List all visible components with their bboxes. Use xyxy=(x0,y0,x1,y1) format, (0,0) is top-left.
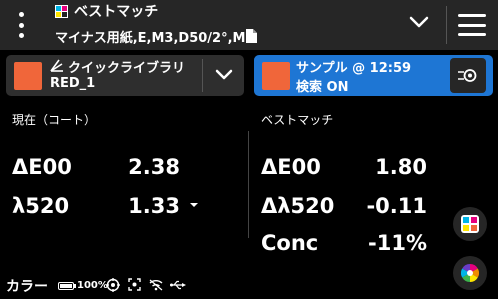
library-color-swatch xyxy=(14,62,42,90)
current-value-de00: 2.38 xyxy=(128,155,180,179)
library-selector[interactable]: クイックライブラリ RED_1 xyxy=(6,55,244,96)
color-tool-button[interactable] xyxy=(453,207,487,241)
measure-icon xyxy=(458,69,477,82)
scan-icon xyxy=(128,278,141,291)
best-label-conc: Conc xyxy=(261,231,319,255)
header-divider xyxy=(446,6,447,44)
library-name: クイックライブラリ xyxy=(68,61,186,76)
sample-name: サンプル @ 12:59 xyxy=(296,61,412,76)
sample-color-swatch xyxy=(262,62,290,90)
kebab-menu-icon[interactable] xyxy=(18,12,24,38)
best-value-de00: 1.80 xyxy=(375,155,427,179)
search-status: 検索 ON xyxy=(296,80,349,95)
best-value-conc: -11% xyxy=(368,231,427,255)
battery-icon xyxy=(58,282,74,290)
color-wheel-icon xyxy=(461,264,479,282)
value-dropdown-icon[interactable] xyxy=(190,203,198,207)
content-divider xyxy=(248,131,249,238)
current-label-l520: λ520 xyxy=(12,194,70,218)
battery-tip xyxy=(74,284,76,288)
best-match-heading: ベストマッチ xyxy=(261,113,334,127)
current-label-de00: ΔE00 xyxy=(12,155,72,179)
app-header: ベストマッチ マイナス用紙,E,M3,D50/2°,M0 xyxy=(0,0,498,50)
color-grid-icon xyxy=(461,215,479,233)
color-wheel-button[interactable] xyxy=(453,256,487,290)
library-chevron-down-icon[interactable] xyxy=(214,68,234,82)
chevron-down-icon[interactable] xyxy=(408,14,430,30)
mode-label: カラー xyxy=(6,279,48,295)
document-icon[interactable] xyxy=(246,29,257,43)
app-color-icon xyxy=(55,5,68,18)
measure-button[interactable] xyxy=(450,58,486,93)
library-color-name: RED_1 xyxy=(50,76,96,91)
library-divider xyxy=(202,59,203,92)
current-value-l520: 1.33 xyxy=(128,194,180,218)
best-label-dl520: Δλ520 xyxy=(261,194,335,218)
target-icon xyxy=(106,278,120,292)
best-value-dl520: -0.11 xyxy=(366,194,427,218)
wifi-icon xyxy=(149,279,163,291)
usb-icon xyxy=(170,280,186,290)
library-fan-icon xyxy=(50,59,63,72)
app-title: ベストマッチ xyxy=(74,4,159,20)
hamburger-menu-icon[interactable] xyxy=(458,14,486,36)
current-heading: 現在（コート） xyxy=(12,113,97,127)
sample-panel[interactable]: サンプル @ 12:59 検索 ON xyxy=(254,55,493,96)
best-label-de00: ΔE00 xyxy=(261,155,321,179)
battery-level: 100% xyxy=(77,280,108,291)
measurement-conditions[interactable]: マイナス用紙,E,M3,D50/2°,M0 xyxy=(55,27,255,46)
